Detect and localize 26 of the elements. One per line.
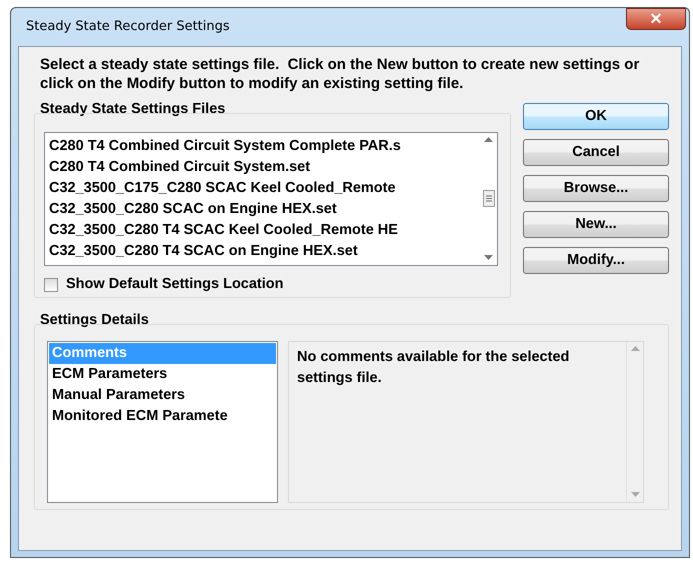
dialog-button[interactable]: New... [523, 211, 669, 238]
scroll-thumb[interactable] [482, 190, 494, 208]
dialog-button[interactable]: OK [523, 103, 669, 130]
group-label: Settings Details [40, 312, 149, 328]
group-label: Steady State Settings Files [40, 101, 226, 117]
dialog-button[interactable]: Browse... [523, 175, 669, 202]
dialog-button[interactable]: Cancel [523, 139, 669, 166]
checkbox[interactable] [44, 278, 58, 292]
section-item[interactable]: ECM Parameters [49, 364, 276, 384]
file-item[interactable]: C32_3500_C175_C280 SCAC Keel Cooled_Remote [49, 178, 480, 199]
section-item[interactable]: Monitored ECM Paramete [49, 406, 276, 426]
window-title: Steady State Recorder Settings [25, 18, 231, 36]
file-item[interactable]: C280 T4 Combined Circuit System Complete PAR.s [49, 136, 480, 157]
dialog-button[interactable]: Modify... [523, 247, 669, 274]
scroll-down-icon[interactable] [484, 254, 493, 261]
details-listbox[interactable]: Comments ECM Parameters Manual Parameters Monitored ECM Paramete [47, 340, 278, 502]
file-item[interactable]: C32_3500_C280 SCAC on Engine HEX.set [49, 198, 480, 220]
comments-text: No comments available for the selected settings file. [296, 348, 570, 388]
file-item[interactable]: C280 T4 Combined Circuit System.set [49, 156, 480, 178]
checkbox-label: Show Default Settings Location [66, 274, 284, 294]
files-listbox[interactable] [44, 132, 498, 266]
file-item[interactable]: C32_3500_C280 T4 SCAC on Engine HEX.set [49, 240, 480, 262]
scroll-up-icon[interactable] [484, 136, 493, 143]
instruction-text: Select a steady state settings file. Click on the New button to create new settings or click on the Modify button to modify an existing setting file. [40, 55, 640, 93]
file-item[interactable]: C32_3500_C280 T4 SCAC Keel Cooled_Remote HE [49, 220, 480, 241]
section-item[interactable]: Manual Parameters [49, 384, 276, 406]
